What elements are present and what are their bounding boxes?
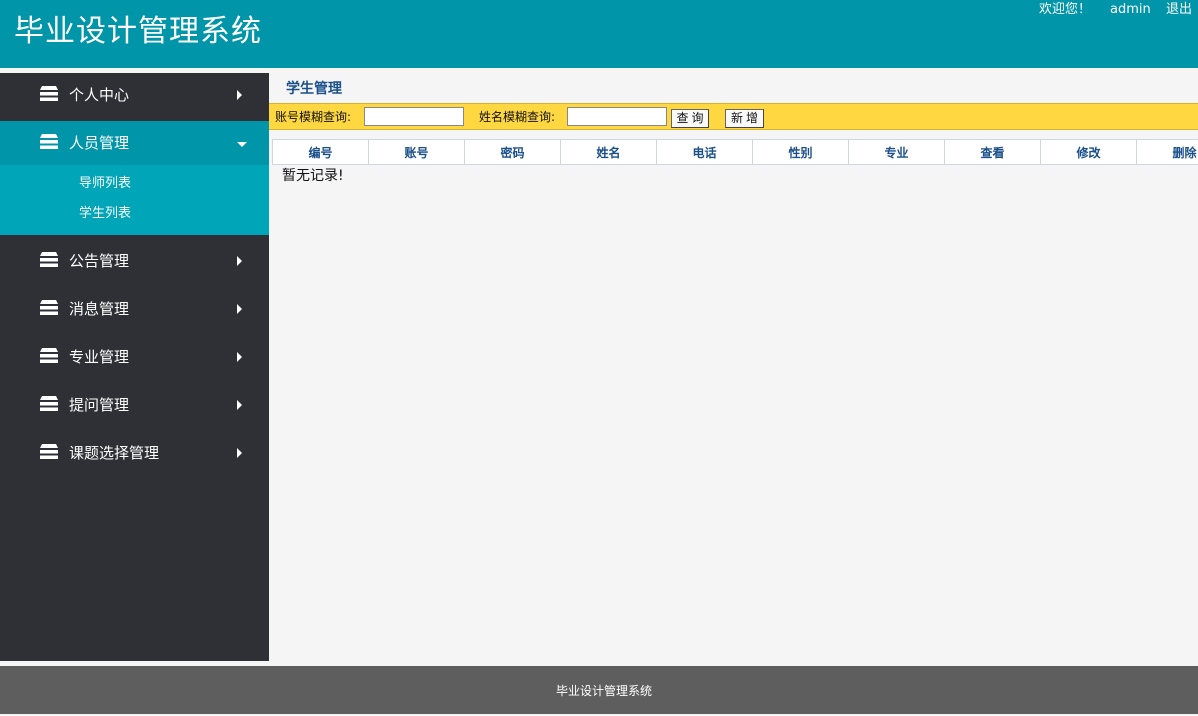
account-search-label: 账号模糊查询: <box>275 104 351 131</box>
sidebar-item-label: 公告管理 <box>69 239 129 283</box>
sidebar-item-label: 提问管理 <box>69 383 129 427</box>
sidebar-item-messages[interactable]: 消息管理 <box>0 287 269 331</box>
sidebar-item-questions[interactable]: 提问管理 <box>0 383 269 427</box>
column-header: 修改 <box>1041 140 1137 165</box>
sidebar-item-topic-selection[interactable]: 课题选择管理 <box>0 431 269 475</box>
sidebar-item-label: 课题选择管理 <box>69 431 159 475</box>
chevron-right-icon <box>237 256 242 266</box>
column-header: 姓名 <box>561 140 657 165</box>
empty-message: 暂无记录! <box>282 167 344 185</box>
submenu-item-tutor-list[interactable]: 导师列表 <box>0 169 269 199</box>
column-header: 密码 <box>465 140 561 165</box>
stack-icon <box>39 347 59 364</box>
stack-icon <box>39 299 59 316</box>
sidebar-item-majors[interactable]: 专业管理 <box>0 335 269 379</box>
student-table: 编号 账号 密码 姓名 电话 性别 专业 查看 修改 删除 <box>272 139 1198 165</box>
logout-link[interactable]: 退出 <box>1166 2 1192 18</box>
sidebar-item-personal-center[interactable]: 个人中心 <box>0 73 269 117</box>
stack-icon <box>39 133 59 150</box>
welcome-text: 欢迎您！ <box>1039 2 1091 18</box>
account-search-input[interactable] <box>364 107 464 126</box>
stack-icon <box>39 85 59 102</box>
column-header: 专业 <box>849 140 945 165</box>
main-content: 学生管理 账号模糊查询: 姓名模糊查询: 查询 新增 编号 账号 密码 姓名 电… <box>269 73 1198 661</box>
chevron-right-icon <box>237 352 242 362</box>
footer: 毕业设计管理系统 <box>0 666 1198 714</box>
app-title: 毕业设计管理系统 <box>14 12 262 52</box>
column-header: 删除 <box>1137 140 1198 165</box>
search-bar: 账号模糊查询: 姓名模糊查询: 查询 新增 <box>269 103 1198 130</box>
name-search-label: 姓名模糊查询: <box>479 104 555 131</box>
chevron-right-icon <box>237 400 242 410</box>
sidebar: 个人中心 人员管理 导师列表 学生列表 公告管理 消息管理 <box>0 73 269 661</box>
username: admin <box>1110 2 1151 18</box>
chevron-right-icon <box>237 448 242 458</box>
sidebar-item-announcements[interactable]: 公告管理 <box>0 239 269 283</box>
sidebar-item-personnel[interactable]: 人员管理 <box>0 121 269 165</box>
column-header: 性别 <box>753 140 849 165</box>
query-button[interactable]: 查询 <box>671 109 709 128</box>
top-header: 毕业设计管理系统 欢迎您！ admin 退出 <box>0 0 1198 68</box>
stack-icon <box>39 443 59 460</box>
sidebar-item-label: 专业管理 <box>69 335 129 379</box>
footer-text: 毕业设计管理系统 <box>0 666 1198 716</box>
table-header-row: 编号 账号 密码 姓名 电话 性别 专业 查看 修改 删除 <box>273 140 1198 165</box>
name-search-input[interactable] <box>567 107 667 126</box>
chevron-right-icon <box>237 90 242 100</box>
column-header: 编号 <box>273 140 369 165</box>
page-title: 学生管理 <box>286 79 342 99</box>
column-header: 查看 <box>945 140 1041 165</box>
stack-icon <box>39 395 59 412</box>
submenu-item-student-list[interactable]: 学生列表 <box>0 199 269 229</box>
stack-icon <box>39 251 59 268</box>
add-button[interactable]: 新增 <box>725 109 764 128</box>
chevron-down-icon <box>237 142 247 147</box>
sidebar-item-label: 人员管理 <box>69 121 129 165</box>
chevron-right-icon <box>237 304 242 314</box>
column-header: 账号 <box>369 140 465 165</box>
submenu-personnel: 导师列表 学生列表 <box>0 165 269 235</box>
sidebar-item-label: 个人中心 <box>69 73 129 117</box>
column-header: 电话 <box>657 140 753 165</box>
sidebar-item-label: 消息管理 <box>69 287 129 331</box>
